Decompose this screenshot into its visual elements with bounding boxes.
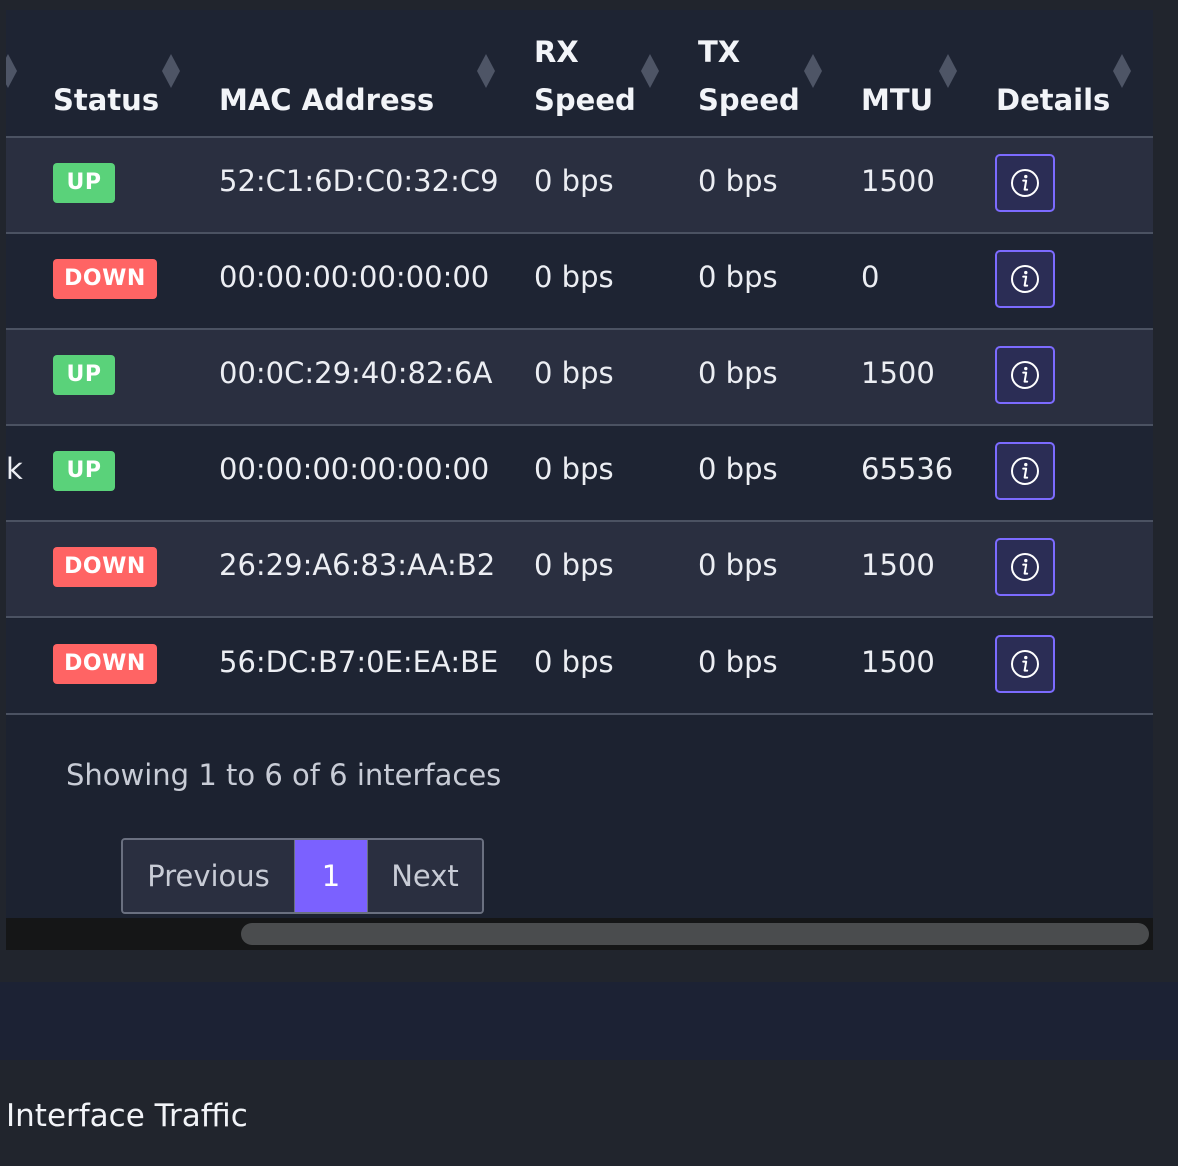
- column-header-label: Status: [53, 83, 160, 117]
- mtu-cell: 1500: [861, 548, 935, 582]
- mac-address-cell: 52:C1:6D:C0:32:C9: [219, 164, 499, 198]
- mtu-cell: 65536: [861, 452, 954, 486]
- sort-diamond-icon[interactable]: [162, 54, 180, 88]
- details-button[interactable]: [995, 250, 1055, 308]
- mac-address-cell: 56:DC:B7:0E:EA:BE: [219, 645, 499, 679]
- next-page-button[interactable]: Next: [367, 840, 482, 912]
- pagination: Previous 1 Next: [121, 838, 484, 914]
- tx-speed-cell: 0 bps: [698, 164, 778, 198]
- scrollbar-thumb[interactable]: [241, 923, 1149, 945]
- info-circle-icon: [1011, 553, 1039, 581]
- sort-diamond-icon[interactable]: [641, 54, 659, 88]
- rx-speed-cell: 0 bps: [534, 356, 614, 390]
- mtu-cell: 1500: [861, 164, 935, 198]
- sort-diamond-icon[interactable]: [1113, 54, 1131, 88]
- details-button[interactable]: [995, 442, 1055, 500]
- sort-diamond-icon[interactable]: [477, 54, 495, 88]
- page-1-button[interactable]: 1: [295, 840, 367, 912]
- sort-diamond-icon[interactable]: [6, 54, 17, 88]
- horizontal-scrollbar[interactable]: [6, 918, 1153, 950]
- rx-speed-cell: 0 bps: [534, 645, 614, 679]
- table-row: DOWN 56:DC:B7:0E:EA:BE 0 bps 0 bps 1500: [6, 619, 1153, 715]
- column-header-mtu[interactable]: MTU: [861, 28, 941, 124]
- status-badge: UP: [53, 355, 115, 395]
- column-header-label: MTU: [861, 83, 934, 117]
- info-circle-icon: [1011, 457, 1039, 485]
- mtu-cell: 1500: [861, 645, 935, 679]
- status-badge: DOWN: [53, 644, 157, 684]
- section-title: Interface Traffic: [6, 1098, 248, 1134]
- mac-address-cell: 00:0C:29:40:82:6A: [219, 356, 493, 390]
- mac-address-cell: 00:00:00:00:00:00: [219, 452, 490, 486]
- info-circle-icon: [1011, 650, 1039, 678]
- table-row: DOWN 00:00:00:00:00:00 0 bps 0 bps 0: [6, 234, 1153, 330]
- info-circle-icon: [1011, 265, 1039, 293]
- column-header-label-line2: Speed: [534, 83, 636, 117]
- table-row: DOWN 26:29:A6:83:AA:B2 0 bps 0 bps 1500: [6, 522, 1153, 618]
- table-row: UP 52:C1:6D:C0:32:C9 0 bps 0 bps 1500: [6, 138, 1153, 234]
- column-header-label: MAC Address: [219, 83, 435, 117]
- mtu-cell: 0: [861, 260, 880, 294]
- tx-speed-cell: 0 bps: [698, 645, 778, 679]
- column-header-rx-speed[interactable]: RX Speed: [534, 28, 644, 124]
- section-divider: [0, 982, 1178, 1060]
- status-badge: UP: [53, 451, 115, 491]
- mtu-cell: 1500: [861, 356, 935, 390]
- table-info-text: Showing 1 to 6 of 6 interfaces: [66, 758, 502, 792]
- column-header-status[interactable]: Status: [53, 28, 173, 124]
- info-circle-icon: [1011, 169, 1039, 197]
- tx-speed-cell: 0 bps: [698, 260, 778, 294]
- tx-speed-cell: 0 bps: [698, 356, 778, 390]
- details-button[interactable]: [995, 346, 1055, 404]
- mac-address-cell: 26:29:A6:83:AA:B2: [219, 548, 496, 582]
- column-header-details[interactable]: Details: [996, 28, 1111, 124]
- status-badge: UP: [53, 163, 115, 203]
- table-row: UP 00:0C:29:40:82:6A 0 bps 0 bps 1500: [6, 330, 1153, 426]
- column-header-tx-speed[interactable]: TX Speed: [698, 28, 808, 124]
- info-circle-icon: [1011, 361, 1039, 389]
- status-badge: DOWN: [53, 547, 157, 587]
- interfaces-table-card: Status MAC Address RX Speed TX Speed MTU: [6, 10, 1153, 950]
- tx-speed-cell: 0 bps: [698, 548, 778, 582]
- rx-speed-cell: 0 bps: [534, 164, 614, 198]
- column-header-label-line2: Speed: [698, 83, 800, 117]
- details-button[interactable]: [995, 154, 1055, 212]
- column-header-label-line1: RX: [534, 35, 579, 69]
- details-button[interactable]: [995, 635, 1055, 693]
- rx-speed-cell: 0 bps: [534, 260, 614, 294]
- details-button[interactable]: [995, 538, 1055, 596]
- mac-address-cell: 00:00:00:00:00:00: [219, 260, 490, 294]
- table-row: k UP 00:00:00:00:00:00 0 bps 0 bps 65536: [6, 426, 1153, 522]
- sort-diamond-icon[interactable]: [939, 54, 957, 88]
- sort-diamond-icon[interactable]: [804, 54, 822, 88]
- table-header: Status MAC Address RX Speed TX Speed MTU: [6, 10, 1153, 138]
- previous-page-button[interactable]: Previous: [123, 840, 295, 912]
- column-header-label-line1: TX: [698, 35, 741, 69]
- column-header-mac-address[interactable]: MAC Address: [219, 28, 479, 124]
- column-header-label: Details: [996, 83, 1111, 117]
- status-badge: DOWN: [53, 259, 157, 299]
- rx-speed-cell: 0 bps: [534, 548, 614, 582]
- interface-name-fragment: k: [6, 452, 23, 486]
- rx-speed-cell: 0 bps: [534, 452, 614, 486]
- tx-speed-cell: 0 bps: [698, 452, 778, 486]
